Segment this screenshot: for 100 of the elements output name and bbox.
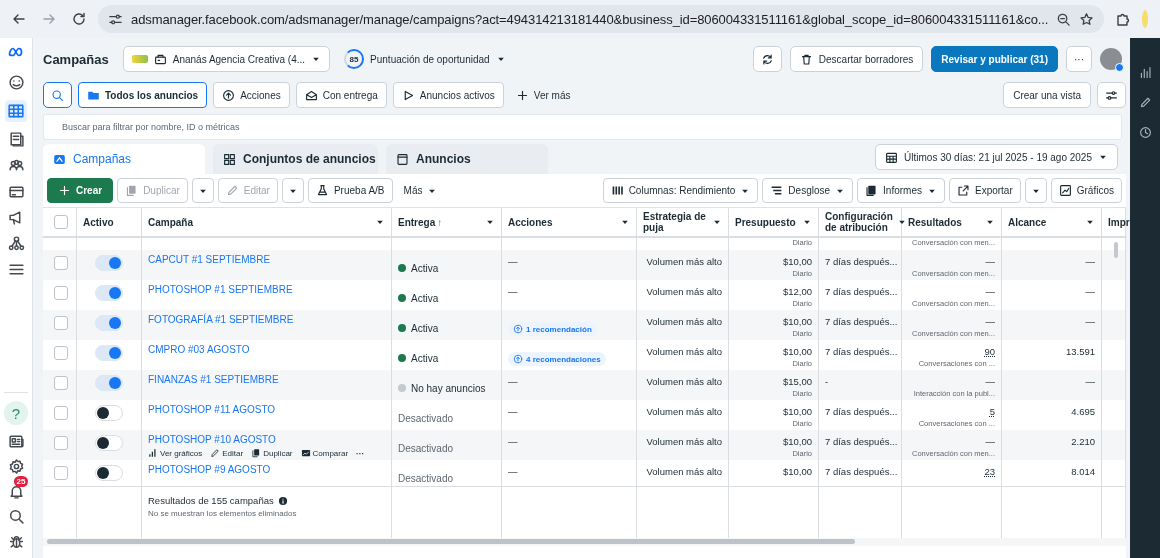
toolbar-button[interactable]: Columnas: Rendimiento: [602, 178, 759, 203]
quick-action-link[interactable]: Comparar: [300, 448, 349, 458]
toggle-switch[interactable]: [95, 375, 123, 391]
search-icon: [51, 88, 64, 102]
user-avatar[interactable]: [1100, 48, 1122, 70]
delivery-status: Desactivado: [398, 472, 454, 484]
filter-chip[interactable]: Con entrega: [295, 82, 387, 108]
column-header[interactable]: Presupuesto: [729, 208, 819, 236]
clock-icon[interactable]: [1138, 126, 1152, 139]
row-checkbox[interactable]: [54, 346, 68, 360]
filter-chip[interactable]: Todos los anuncios: [78, 82, 208, 108]
toggle-switch[interactable]: [95, 255, 123, 271]
toolbar-button[interactable]: Exportar: [948, 178, 1021, 203]
toolbar-button[interactable]: Crear: [47, 178, 114, 203]
toolbar-button[interactable]: Prueba A/B: [307, 178, 393, 203]
row-checkbox[interactable]: [54, 466, 68, 480]
filter-chip[interactable]: Anuncios activos: [392, 82, 504, 108]
address-bar[interactable]: adsmanager.facebook.com/adsmanager/manage/campaigns?act=494314213181440&business_id=806004331511161&global_scope_id=806004331511161&co...: [98, 5, 1105, 33]
refresh-button[interactable]: [752, 46, 782, 72]
more-button[interactable]: ···: [1066, 46, 1092, 72]
settings-icon[interactable]: [7, 458, 25, 475]
search-button[interactable]: [43, 82, 72, 108]
filter-chip[interactable]: Acciones: [213, 82, 290, 108]
toggle-switch[interactable]: [95, 405, 123, 421]
pencil-icon[interactable]: [1138, 96, 1152, 109]
pages-icon[interactable]: [7, 131, 25, 148]
view-settings-button[interactable]: [1097, 82, 1126, 108]
campaign-link[interactable]: CMPRO #03 AGOSTO: [148, 344, 385, 355]
row-checkbox[interactable]: [54, 256, 68, 270]
smiley-icon[interactable]: [7, 74, 25, 91]
quick-action-link[interactable]: Ver gráficos: [148, 448, 203, 458]
row-checkbox[interactable]: [54, 376, 68, 390]
network-icon[interactable]: [7, 235, 25, 252]
column-header[interactable]: Campaña: [142, 208, 392, 236]
table-cell-text: 7 días después...: [825, 286, 898, 299]
sort-arrow: ↑: [437, 216, 444, 228]
score-ring: 85: [344, 49, 365, 69]
column-header[interactable]: Entrega ↑: [392, 208, 502, 236]
bar-chart-icon[interactable]: [1138, 66, 1152, 79]
column-header[interactable]: Alcance: [1002, 208, 1102, 236]
more-actions-button[interactable]: ···: [356, 448, 365, 458]
discard-drafts-button[interactable]: Descartar borradores: [789, 46, 924, 72]
review-publish-button[interactable]: Revisar y publicar (31): [931, 46, 1058, 72]
table-icon[interactable]: [5, 100, 27, 122]
row-checkbox[interactable]: [54, 406, 68, 420]
quick-action-link[interactable]: Editar: [210, 448, 244, 458]
create-view-button[interactable]: Crear una vista: [1003, 82, 1091, 108]
search-field[interactable]: Buscar para filtrar por nombre, ID o métricas: [43, 114, 1122, 140]
column-header[interactable]: Estrategia de puja: [637, 208, 729, 236]
toolbar-button[interactable]: Gráficos: [1050, 178, 1122, 203]
bug-icon[interactable]: [7, 533, 25, 550]
toggle-switch[interactable]: [95, 465, 123, 481]
quick-action-link[interactable]: Duplicar: [251, 448, 293, 458]
campaign-link[interactable]: FOTOGRAFÍA #1 SEPTIEMBRE: [148, 314, 385, 325]
info-icon[interactable]: [277, 495, 288, 506]
column-header[interactable]: Acciones: [502, 208, 637, 236]
table-cell: $10,00: [782, 346, 812, 357]
search-icon[interactable]: [7, 508, 25, 525]
tab[interactable]: Campañas: [43, 144, 205, 174]
toggle-switch[interactable]: [95, 345, 123, 361]
reload-icon[interactable]: [71, 11, 87, 27]
campaign-link[interactable]: PHOTOSHOP #9 AGOSTO: [148, 464, 385, 475]
campaign-link[interactable]: CAPCUT #1 SEPTIEMBRE: [148, 254, 385, 265]
row-checkbox[interactable]: [54, 436, 68, 450]
zoom-out-icon[interactable]: [1056, 11, 1072, 27]
help-button[interactable]: ?: [4, 401, 28, 425]
campaign-link[interactable]: FINANZAS #1 SEPTIEMBRE: [148, 374, 385, 385]
opportunity-score-button[interactable]: 85 Puntuación de oportunidad: [338, 46, 512, 72]
puzzle-icon[interactable]: [1115, 11, 1132, 27]
campaign-link[interactable]: PHOTOSHOP #11 AGOSTO: [148, 404, 385, 415]
campaign-link[interactable]: PHOTOSHOP #1 SEPTIEMBRE: [148, 284, 385, 295]
column-header[interactable]: Activo: [77, 208, 142, 236]
recommendation-pill[interactable]: 1 recomendación: [508, 322, 597, 336]
scrollbar-thumb[interactable]: [47, 539, 855, 544]
tab[interactable]: Anuncios: [386, 144, 548, 174]
recommendation-pill[interactable]: 4 recomendaciones: [508, 352, 606, 366]
tab[interactable]: Conjuntos de anuncios: [213, 144, 378, 174]
account-selector[interactable]: Ananás Agencia Creativa (4...: [122, 46, 331, 72]
table-cell-text: —: [508, 436, 518, 449]
scrollbar-thumb[interactable]: [1114, 242, 1118, 258]
table-cell: —: [985, 286, 995, 297]
pencil-icon: [225, 184, 239, 197]
results-summary: Resultados de 155 campañas: [148, 495, 274, 506]
toolbar-button[interactable]: Desglose: [762, 178, 854, 203]
news-icon[interactable]: [7, 433, 25, 450]
toggle-switch[interactable]: [95, 435, 123, 451]
select-all-checkbox[interactable]: [54, 215, 68, 229]
star-icon[interactable]: [1079, 11, 1095, 27]
column-header[interactable]: Configuración de atribución: [819, 208, 902, 236]
toggle-switch[interactable]: [95, 315, 123, 331]
date-range-picker[interactable]: Últimos 30 días: 21 jul 2025 - 19 ago 2025: [875, 144, 1118, 170]
campaign-link[interactable]: PHOTOSHOP #10 AGOSTO: [148, 434, 385, 445]
active-status-dot: [398, 264, 406, 272]
toolbar-button[interactable]: Informes: [857, 178, 945, 203]
table-cell-text: —: [508, 466, 518, 479]
column-header[interactable]: Resultados: [902, 208, 1002, 236]
see-more-button[interactable]: Ver más: [509, 87, 577, 103]
row-checkbox[interactable]: [54, 286, 68, 300]
toggle-switch[interactable]: [95, 285, 123, 301]
row-checkbox[interactable]: [54, 316, 68, 330]
